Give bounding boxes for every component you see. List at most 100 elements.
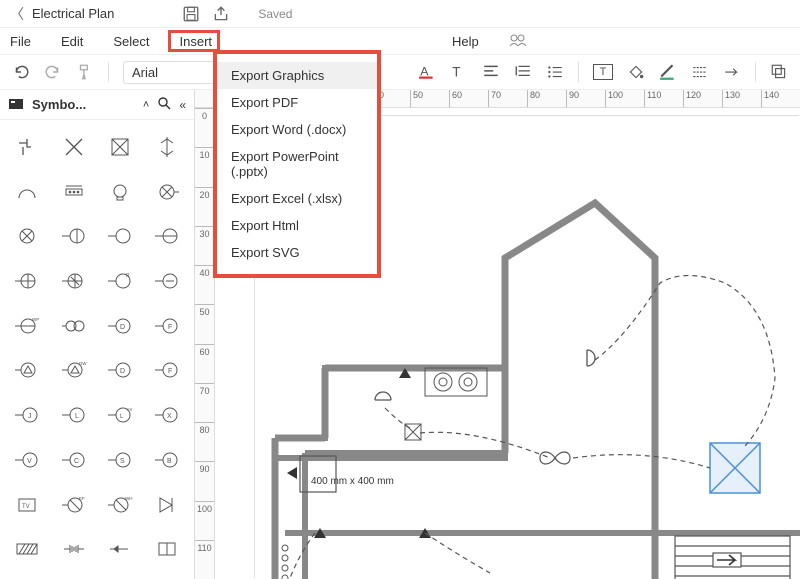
symbol-circle-x2[interactable]: X bbox=[144, 394, 191, 436]
export-svg[interactable]: Export SVG bbox=[217, 239, 377, 266]
export-html[interactable]: Export Html bbox=[217, 212, 377, 239]
doc-title: Electrical Plan bbox=[32, 6, 114, 21]
symbol-valve[interactable] bbox=[144, 126, 191, 168]
export-dropdown: Export Graphics Export PDF Export Word (… bbox=[213, 50, 381, 278]
symbol-earth-circle-2[interactable] bbox=[51, 260, 98, 302]
toolbar-separator bbox=[578, 62, 579, 82]
menu-collab-icon[interactable] bbox=[509, 33, 527, 50]
toolbar-separator bbox=[108, 62, 109, 82]
dimension-text: 400 mm x 400 mm bbox=[311, 476, 394, 487]
svg-text:B: B bbox=[167, 458, 172, 465]
menu-file[interactable]: File bbox=[10, 34, 31, 49]
symbol-circle-f[interactable]: F bbox=[144, 305, 191, 347]
svg-text:DW: DW bbox=[79, 361, 87, 366]
symbol-circle-x[interactable] bbox=[4, 215, 51, 257]
svg-text:L: L bbox=[120, 414, 124, 420]
symbol-circle-wh[interactable]: WH bbox=[97, 484, 144, 526]
symbol-circle-l[interactable]: L bbox=[51, 394, 98, 436]
menu-help[interactable]: Help bbox=[452, 34, 479, 49]
collapse-icon[interactable]: « bbox=[179, 98, 186, 112]
symbol-circle-d[interactable]: D bbox=[97, 305, 144, 347]
symbol-arrow-line[interactable] bbox=[97, 528, 144, 570]
symbol-earth-circle[interactable] bbox=[4, 260, 51, 302]
svg-text:V: V bbox=[27, 458, 32, 465]
svg-text:J: J bbox=[28, 413, 32, 420]
symbol-tv-box[interactable]: TV bbox=[4, 484, 51, 526]
menu-edit[interactable]: Edit bbox=[61, 34, 83, 49]
symbol-circle-ef[interactable]: EF bbox=[51, 484, 98, 526]
library-icon[interactable] bbox=[8, 96, 24, 113]
symbol-split-box[interactable] bbox=[144, 528, 191, 570]
symbol-lead-circle-1[interactable] bbox=[51, 215, 98, 257]
search-icon[interactable] bbox=[157, 96, 171, 113]
symbol-half-circle[interactable] bbox=[4, 171, 51, 213]
symbol-circle-c[interactable]: C bbox=[51, 439, 98, 481]
symbol-circle-f2[interactable]: F bbox=[144, 349, 191, 391]
undo-icon[interactable] bbox=[12, 63, 30, 81]
symbol-circle-dw[interactable]: DW bbox=[51, 349, 98, 391]
symbol-circle-b[interactable]: B bbox=[144, 439, 191, 481]
symbol-fixture-1[interactable] bbox=[51, 171, 98, 213]
svg-text:S: S bbox=[120, 458, 125, 465]
svg-text:PS: PS bbox=[127, 407, 133, 412]
line-color-icon[interactable] bbox=[659, 63, 677, 81]
svg-text:F: F bbox=[168, 324, 172, 331]
symbol-antenna[interactable] bbox=[51, 528, 98, 570]
toolbar-separator bbox=[755, 62, 756, 82]
svg-text:T: T bbox=[452, 65, 460, 80]
back-button[interactable]: 〈 bbox=[10, 4, 24, 24]
export-icon[interactable] bbox=[212, 5, 230, 23]
fill-icon[interactable] bbox=[627, 63, 645, 81]
menu-select[interactable]: Select bbox=[113, 34, 149, 49]
symbol-lead-circle-dash[interactable] bbox=[144, 260, 191, 302]
svg-text:R: R bbox=[126, 273, 130, 279]
export-graphics[interactable]: Export Graphics bbox=[217, 62, 377, 89]
chevron-up-icon[interactable]: ˄ bbox=[143, 99, 149, 111]
symbol-bulb[interactable] bbox=[97, 171, 144, 213]
symbol-triangle-circle[interactable] bbox=[4, 349, 51, 391]
annotation-highlight-icons bbox=[168, 30, 220, 52]
svg-text:X: X bbox=[167, 413, 172, 420]
font-name: Arial bbox=[132, 65, 158, 80]
align-icon[interactable] bbox=[482, 63, 500, 81]
svg-text:D: D bbox=[120, 368, 125, 375]
symbol-box-x[interactable] bbox=[97, 126, 144, 168]
symbol-circle-v[interactable]: V bbox=[4, 439, 51, 481]
symbol-diode[interactable] bbox=[144, 484, 191, 526]
font-color-icon[interactable]: A bbox=[418, 63, 436, 81]
format-painter-icon[interactable] bbox=[76, 63, 94, 81]
symbol-circle-x-lead[interactable] bbox=[144, 171, 191, 213]
arrow-style-icon[interactable] bbox=[723, 63, 741, 81]
symbol-lead-circle-r[interactable]: R bbox=[97, 260, 144, 302]
export-excel[interactable]: Export Excel (.xlsx) bbox=[217, 185, 377, 212]
svg-text:C: C bbox=[74, 458, 79, 465]
sidebar-title: Symbo... bbox=[32, 97, 135, 112]
export-word[interactable]: Export Word (.docx) bbox=[217, 116, 377, 143]
symbol-circle-d2[interactable]: D bbox=[97, 349, 144, 391]
save-icon[interactable] bbox=[182, 5, 200, 23]
export-powerpoint[interactable]: Export PowerPoint (.pptx) bbox=[217, 143, 377, 185]
symbol-double-circle[interactable] bbox=[51, 305, 98, 347]
symbol-lead-circle-3[interactable] bbox=[144, 215, 191, 257]
symbol-tap[interactable] bbox=[4, 126, 51, 168]
symbol-x[interactable] bbox=[51, 126, 98, 168]
line-style-icon[interactable] bbox=[691, 63, 709, 81]
redo-icon[interactable] bbox=[44, 63, 62, 81]
layers-icon[interactable] bbox=[770, 63, 788, 81]
svg-text:D: D bbox=[120, 324, 125, 331]
symbol-circle-wp[interactable]: WP bbox=[4, 305, 51, 347]
symbol-lead-circle-2[interactable] bbox=[97, 215, 144, 257]
text-box-icon[interactable]: T bbox=[593, 64, 613, 80]
symbol-circle-lps[interactable]: LPS bbox=[97, 394, 144, 436]
svg-text:A: A bbox=[420, 64, 429, 78]
ruler-vertical: 0102030405060708090100110 bbox=[195, 108, 215, 579]
svg-text:EF: EF bbox=[79, 496, 85, 501]
symbol-circle-s[interactable]: S bbox=[97, 439, 144, 481]
bullet-list-icon[interactable] bbox=[546, 63, 564, 81]
symbol-hatch[interactable] bbox=[4, 528, 51, 570]
svg-text:L: L bbox=[75, 413, 79, 420]
line-spacing-icon[interactable] bbox=[514, 63, 532, 81]
symbol-circle-j[interactable]: J bbox=[4, 394, 51, 436]
export-pdf[interactable]: Export PDF bbox=[217, 89, 377, 116]
text-style-icon[interactable]: T bbox=[450, 63, 468, 81]
